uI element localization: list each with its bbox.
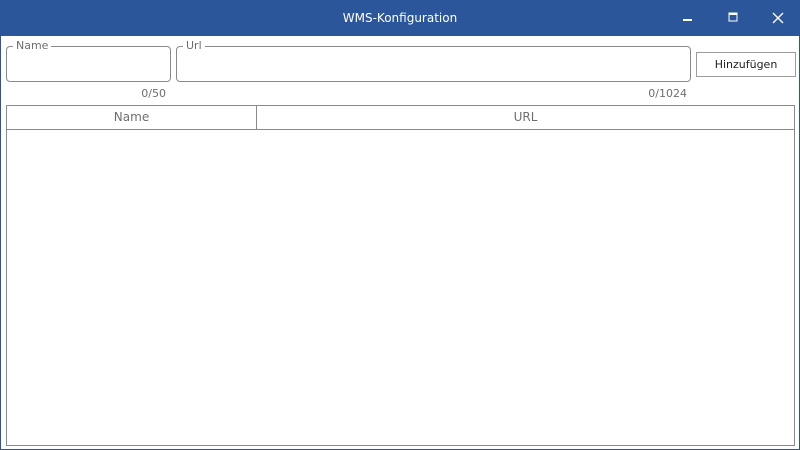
title-bar[interactable]: WMS-Konfiguration [1, 1, 799, 36]
minimize-button[interactable] [664, 1, 710, 36]
url-char-counter: 0/1024 [648, 87, 687, 100]
maximize-icon [728, 12, 738, 22]
wms-config-window: WMS-Konfiguration Name 0/50 Url 0/1024 H [0, 0, 800, 450]
minimize-icon [683, 19, 692, 21]
close-button[interactable] [755, 1, 799, 36]
name-field[interactable]: Name [6, 39, 171, 82]
url-field[interactable]: Url [176, 39, 691, 82]
close-icon [772, 12, 784, 24]
wms-table: Name URL [6, 105, 795, 446]
url-field-label: Url [183, 39, 205, 53]
name-input[interactable] [15, 57, 162, 75]
name-char-counter: 0/50 [141, 87, 166, 100]
add-button[interactable]: Hinzufügen [696, 52, 796, 77]
maximize-button[interactable] [710, 1, 756, 36]
column-header-url[interactable]: URL [257, 106, 794, 129]
table-body[interactable] [7, 130, 794, 445]
url-input[interactable] [185, 57, 682, 75]
column-header-name[interactable]: Name [7, 106, 257, 129]
name-field-label: Name [13, 39, 52, 53]
table-header: Name URL [7, 106, 794, 130]
